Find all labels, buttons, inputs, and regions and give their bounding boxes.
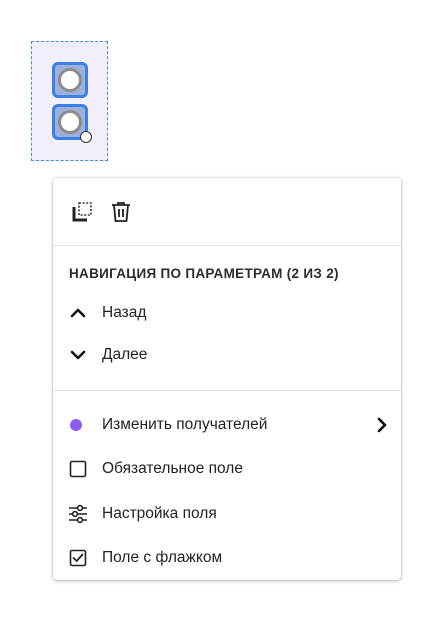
menu-item-label: Назад: [102, 304, 147, 321]
menu-item-label: Далее: [102, 346, 148, 363]
trash-icon[interactable]: [109, 200, 133, 224]
sliders-icon: [68, 504, 88, 524]
menu-item-label: Обязательное поле: [102, 460, 243, 477]
menu-item-field-settings[interactable]: Настройка поля: [53, 496, 401, 532]
menu-divider: [53, 390, 401, 391]
copy-icon[interactable]: [70, 200, 94, 224]
recipient-dot-icon: [70, 419, 82, 431]
menu-item-label: Настройка поля: [102, 505, 217, 522]
context-menu: НАВИГАЦИЯ ПО ПАРАМЕТРАМ (2 ИЗ 2) Назад Д…: [53, 178, 401, 580]
chevron-right-icon: [375, 416, 389, 434]
menu-divider: [53, 245, 401, 246]
checkbox-unchecked-icon: [68, 459, 88, 479]
menu-toolbar: [53, 178, 401, 245]
resize-handle[interactable]: [80, 131, 92, 143]
menu-item-label: Изменить получателей: [102, 416, 268, 433]
menu-item-back[interactable]: Назад: [53, 295, 401, 331]
page: НАВИГАЦИЯ ПО ПАРАМЕТРАМ (2 ИЗ 2) Назад Д…: [0, 0, 432, 637]
chevron-down-icon: [68, 345, 88, 365]
selected-radio-group[interactable]: [31, 41, 108, 161]
menu-item-next[interactable]: Далее: [53, 337, 401, 373]
menu-item-label: Поле с флажком: [102, 549, 223, 566]
menu-item-required-field[interactable]: Обязательное поле: [53, 451, 401, 487]
radio-circle-icon: [58, 110, 82, 134]
checkbox-checked-icon: [68, 548, 88, 568]
section-heading: НАВИГАЦИЯ ПО ПАРАМЕТРАМ (2 ИЗ 2): [69, 266, 339, 281]
chevron-up-icon: [68, 303, 88, 323]
radio-button-field-1[interactable]: [52, 62, 88, 98]
menu-item-checkbox-field[interactable]: Поле с флажком: [53, 540, 401, 576]
menu-item-change-recipients[interactable]: Изменить получателей: [53, 407, 401, 443]
radio-circle-icon: [58, 68, 82, 92]
